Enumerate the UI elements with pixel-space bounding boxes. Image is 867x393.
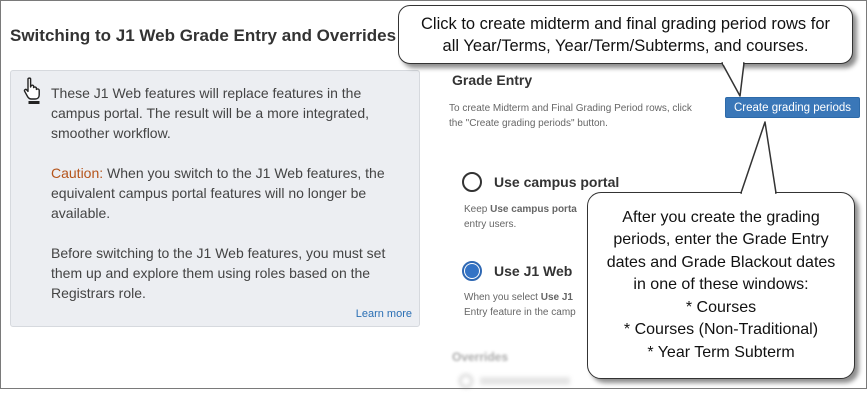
overrides-title: Overrides xyxy=(452,350,509,364)
callout-line: dates and Grade Blackout dates xyxy=(606,253,836,271)
radio-use-campus-portal[interactable]: Use campus portal xyxy=(462,172,619,192)
j1-web-desc-line2: Entry feature in the camp xyxy=(464,307,576,318)
j1-web-desc-bold: Use J1 xyxy=(540,292,573,303)
callout-line: * Courses (Non-Traditional) xyxy=(623,321,819,339)
callout-line: in one of these windows: xyxy=(633,276,809,294)
callout-pointer-top xyxy=(721,62,745,97)
pointing-hand-icon xyxy=(22,77,44,105)
radio-use-j1-web[interactable]: Use J1 Web xyxy=(462,261,572,281)
callout-line: After you create the grading xyxy=(622,208,820,226)
callout-line: * Courses xyxy=(685,298,757,316)
overrides-faded-content xyxy=(458,374,578,388)
radio-label-j1-web: Use J1 Web xyxy=(494,263,573,279)
callout-create-grading-periods: Click to create midterm and final gradin… xyxy=(398,5,853,64)
radio-selected-icon[interactable] xyxy=(462,261,482,281)
callout-grade-entry-windows: After you create the grading periods, en… xyxy=(587,192,855,379)
j1-web-desc-prefix: When you select xyxy=(464,292,541,303)
radio-unselected-icon[interactable] xyxy=(462,172,482,192)
info-paragraph-caution: Caution: When you switch to the J1 Web f… xyxy=(51,163,406,223)
create-grading-periods-button[interactable]: Create grading periods xyxy=(725,97,860,118)
info-paragraph-setup: Before switching to the J1 Web features,… xyxy=(51,245,386,301)
campus-portal-desc-prefix: Keep xyxy=(464,204,491,215)
j1-web-description: When you select Use J1 Entry feature in t… xyxy=(464,290,604,320)
callout-line: periods, enter the Grade Entry xyxy=(613,231,829,249)
caution-label: Caution: xyxy=(51,165,104,181)
callout-pointer-right xyxy=(740,121,777,194)
learn-more-link[interactable]: Learn more xyxy=(356,308,412,320)
grade-entry-description: To create Midterm and Final Grading Peri… xyxy=(449,103,692,129)
info-paragraph-intro: These J1 Web features will replace featu… xyxy=(51,85,370,141)
grade-entry-title: Grade Entry xyxy=(452,72,533,88)
campus-portal-desc-bold: Use campus porta xyxy=(490,204,577,215)
info-panel: These J1 Web features will replace featu… xyxy=(10,70,420,327)
page-title: Switching to J1 Web Grade Entry and Over… xyxy=(10,26,397,45)
campus-portal-description: Keep Use campus porta entry users. xyxy=(464,202,604,232)
campus-portal-desc-line2: entry users. xyxy=(464,219,517,230)
radio-label-campus-portal: Use campus portal xyxy=(494,174,620,190)
callout-line: * Year Term Subterm xyxy=(647,343,795,361)
